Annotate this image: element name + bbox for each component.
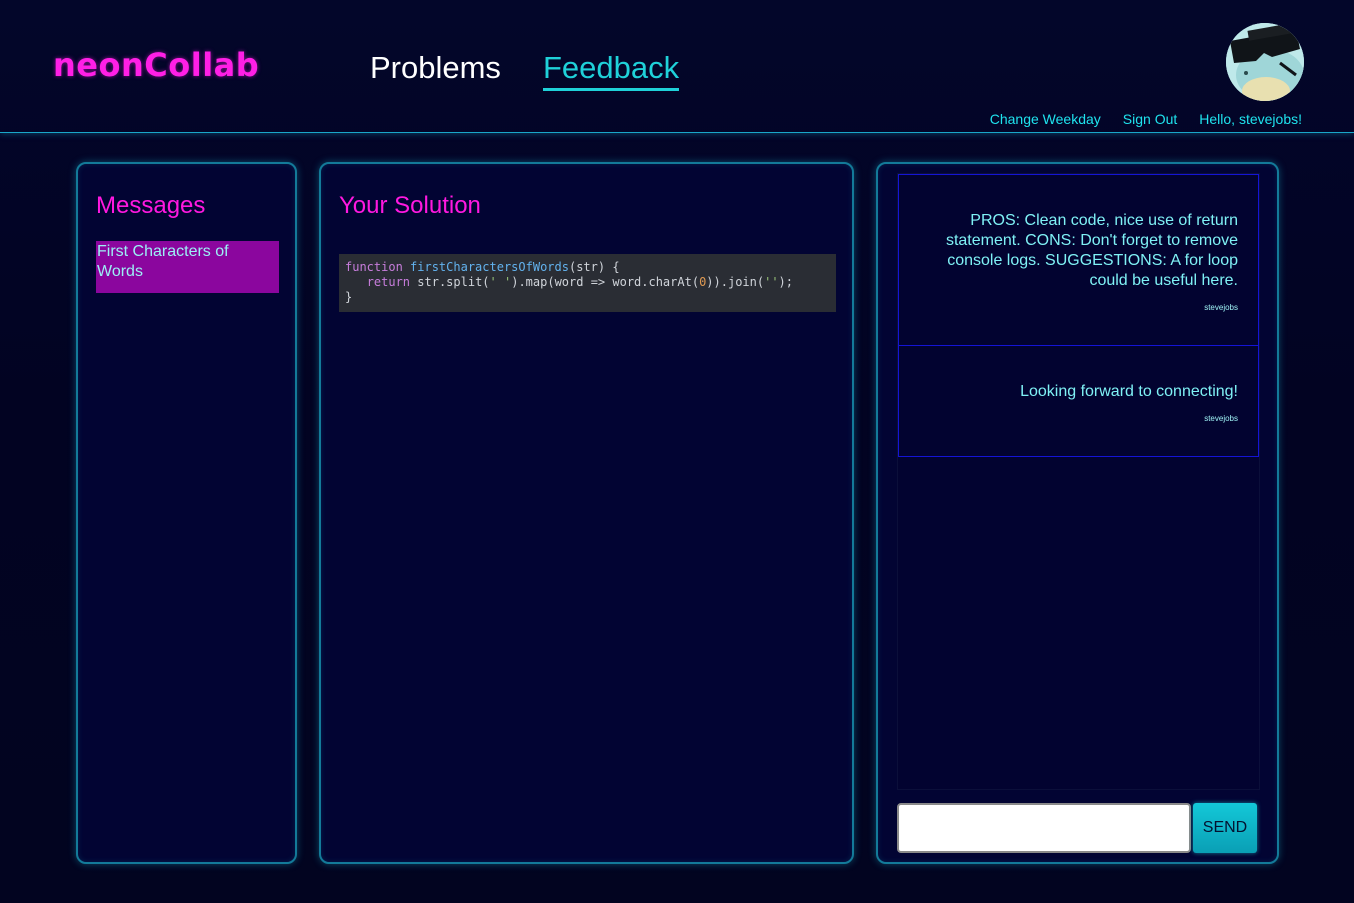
messages-title: Messages: [96, 192, 206, 219]
chat-message: Looking forward to connecting! stevejobs: [898, 345, 1259, 457]
chat-message-text: PROS: Clean code, nice use of return sta…: [945, 212, 1238, 289]
code-text: ).map(word => word.charAt(: [511, 275, 700, 289]
avatar-image: [1226, 23, 1304, 101]
chat-message: PROS: Clean code, nice use of return sta…: [898, 174, 1259, 346]
code-text: }: [345, 290, 353, 304]
chat-message-input[interactable]: [897, 803, 1191, 853]
code-string: ' ': [489, 275, 512, 289]
app-page: neonCollab Problems Feedback Change Week…: [0, 0, 1354, 903]
code-text: );: [778, 275, 793, 289]
feedback-chat-panel: PROS: Clean code, nice use of return sta…: [876, 162, 1279, 864]
sign-out-link[interactable]: Sign Out: [1123, 111, 1177, 127]
code-keyword: function: [345, 260, 403, 274]
code-text: )).join(: [706, 275, 765, 289]
nav-link-feedback[interactable]: Feedback: [543, 50, 680, 91]
brand-logo[interactable]: neonCollab: [53, 46, 259, 84]
message-item-first-characters[interactable]: First Characters of Words: [96, 241, 279, 293]
greeting-text: Hello, stevejobs!: [1199, 111, 1302, 127]
solution-title: Your Solution: [339, 192, 481, 219]
code-keyword: return: [366, 275, 411, 289]
top-navbar: neonCollab Problems Feedback Change Week…: [0, 0, 1354, 133]
code-function-name: firstCharactersOfWords: [410, 260, 569, 274]
chat-message-author: stevejobs: [1204, 303, 1238, 312]
chat-message-text: Looking forward to connecting!: [1020, 383, 1238, 400]
code-text: (str) {: [568, 260, 620, 274]
code-text: str.split(: [410, 275, 490, 289]
messages-panel: Messages First Characters of Words: [76, 162, 297, 864]
chat-message-author: stevejobs: [1204, 414, 1238, 423]
change-weekday-link[interactable]: Change Weekday: [990, 111, 1101, 127]
chat-message-list[interactable]: PROS: Clean code, nice use of return sta…: [897, 173, 1260, 790]
solution-panel: Your Solution function firstCharactersOf…: [319, 162, 854, 864]
code-string: '': [764, 275, 779, 289]
nav-link-problems[interactable]: Problems: [370, 50, 501, 86]
user-links: Change Weekday Sign Out Hello, stevejobs…: [990, 111, 1302, 127]
send-button[interactable]: SEND: [1193, 803, 1257, 853]
solution-code-block: function firstCharactersOfWords(str) { r…: [339, 254, 836, 312]
avatar-icon[interactable]: [1226, 23, 1304, 101]
